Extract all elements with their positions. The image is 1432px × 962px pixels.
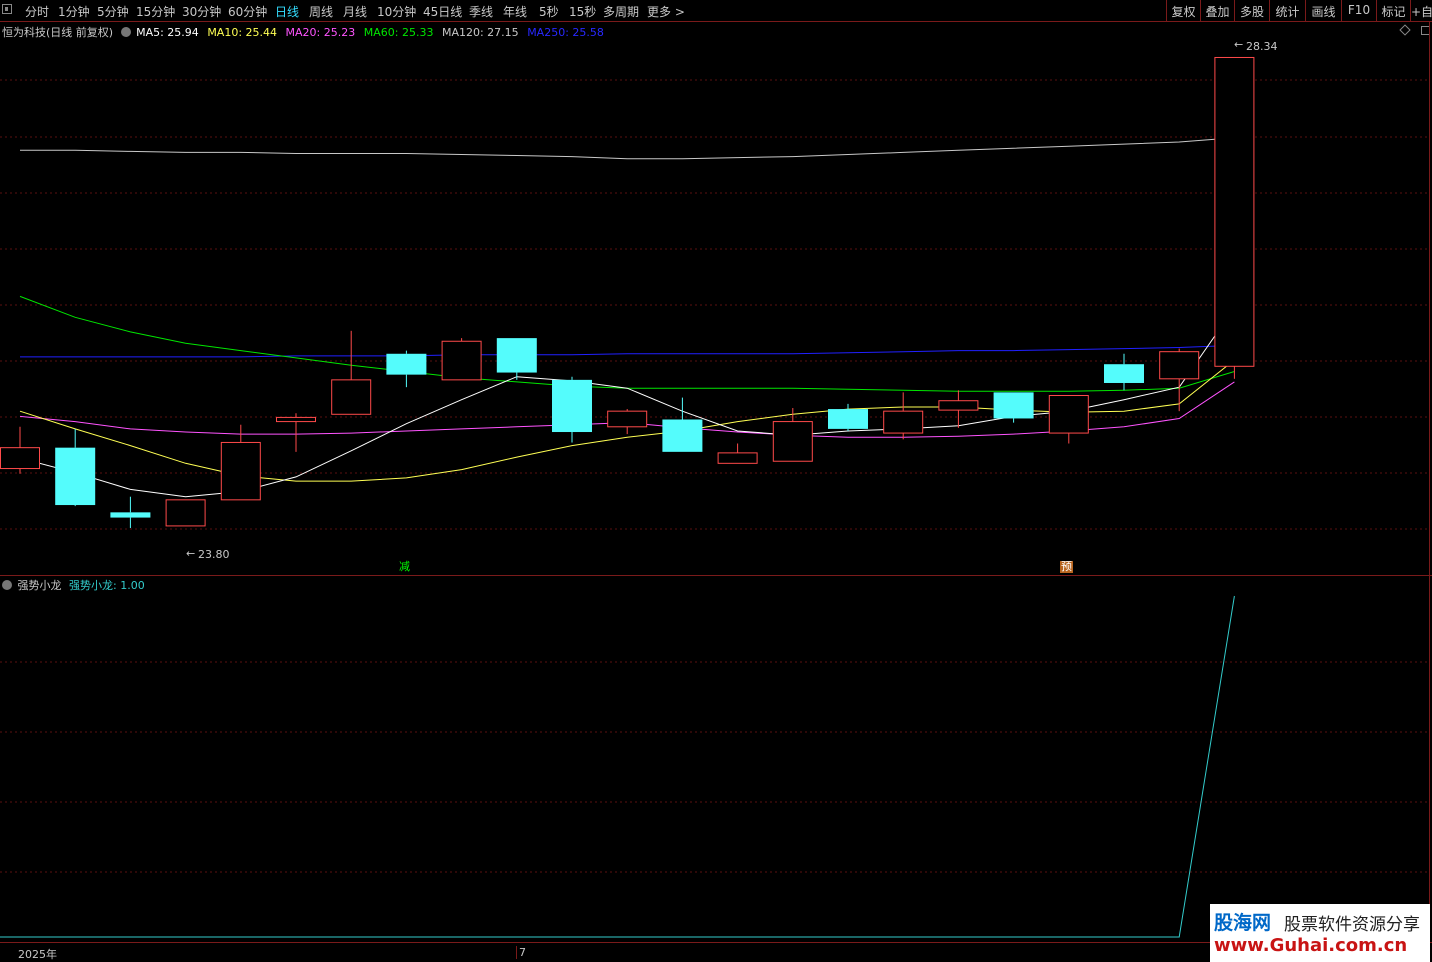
- candle-body: [607, 410, 648, 428]
- candle-up: [331, 330, 372, 415]
- indicator-line: [0, 595, 1235, 938]
- candle-up: [220, 424, 261, 501]
- candle-down: [993, 392, 1034, 423]
- candle-body: [0, 447, 40, 470]
- candle-body: [662, 419, 703, 452]
- signal-badge-pre: 预: [1060, 560, 1073, 573]
- high-price-label: 28.34: [1246, 40, 1278, 53]
- candle-body: [110, 512, 151, 518]
- candle-down: [552, 376, 592, 443]
- grid-lines: [0, 79, 1428, 873]
- candle-body: [496, 338, 537, 373]
- low-arrow-icon: ←: [186, 547, 196, 560]
- ma60-line: [19, 295, 1235, 392]
- candle-body: [1048, 395, 1089, 434]
- candle-body: [772, 421, 813, 462]
- candle-up: [938, 390, 979, 428]
- candle-down: [1104, 353, 1144, 391]
- candle-up: [717, 443, 758, 464]
- candle-body: [828, 409, 868, 429]
- axis-year-label: 2025年: [18, 948, 57, 961]
- candle-body: [331, 379, 372, 415]
- watermark-url: www.Guhai.com.cn: [1214, 935, 1408, 956]
- candle-body: [993, 392, 1034, 419]
- low-price-label: 23.80: [198, 548, 230, 561]
- candle-down: [55, 428, 96, 507]
- axis-month-label: 7: [516, 946, 526, 959]
- signal-badge-reduce: 减: [399, 560, 410, 573]
- candle-up: [1048, 395, 1089, 444]
- candle-body: [1214, 56, 1255, 367]
- kline-chart[interactable]: [0, 0, 1432, 962]
- ma120-line: [20, 137, 1235, 160]
- watermark-logo: 股海网 股票软件资源分享 www.Guhai.com.cn: [1210, 904, 1430, 962]
- candle-body: [1104, 364, 1144, 383]
- watermark-tagline: 股票软件资源分享: [1284, 915, 1420, 935]
- candle-up: [441, 338, 482, 381]
- moving-average-lines: [19, 137, 1235, 498]
- candle-body: [276, 416, 316, 423]
- candlesticks: [0, 56, 1255, 529]
- candle-body: [386, 353, 427, 375]
- candle-body: [1159, 351, 1200, 380]
- high-arrow-icon: ←: [1234, 38, 1244, 51]
- candle-down: [496, 338, 537, 380]
- candle-body: [938, 400, 979, 411]
- candle-body: [220, 441, 261, 501]
- watermark-brand: 股海网: [1214, 912, 1272, 934]
- candle-up: [607, 409, 648, 435]
- ma250-line: [20, 344, 1235, 358]
- candle-up: [0, 426, 40, 474]
- candle-body: [441, 340, 482, 381]
- candle-up: [276, 413, 316, 452]
- candle-up: [883, 392, 924, 440]
- candle-body: [883, 410, 924, 434]
- candle-body: [717, 452, 758, 464]
- candle-down: [386, 350, 427, 388]
- indicator-polyline: [0, 595, 1235, 938]
- candle-body: [55, 447, 96, 506]
- candle-up: [165, 499, 206, 527]
- candle-up: [1159, 348, 1200, 412]
- candle-down: [110, 496, 151, 529]
- candle-body: [552, 379, 592, 433]
- candle-body: [165, 499, 206, 527]
- candle-up: [1214, 56, 1255, 379]
- candle-down: [828, 403, 868, 431]
